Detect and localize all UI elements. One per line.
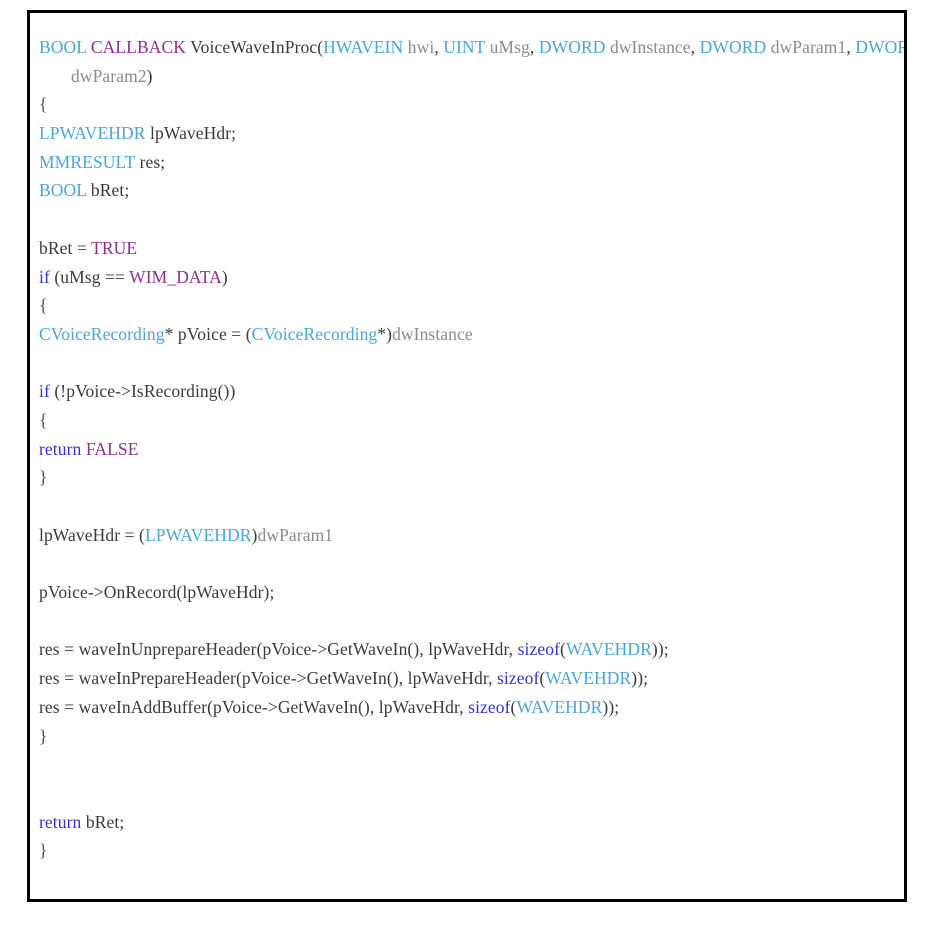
code-token-plain: )); (651, 639, 669, 660)
code-token-plain: res = waveInAddBuffer(pVoice->GetWaveIn(… (39, 696, 469, 717)
code-token-plain: )); (602, 696, 620, 717)
code-token-plain: pVoice->OnRecord(lpWaveHdr); (39, 582, 275, 603)
code-token-type: DWORD (699, 37, 767, 57)
code-token-plain: VoiceWaveInProc( (186, 37, 324, 57)
code-token-type: DWORD (538, 37, 606, 57)
code-token-plain: )); (631, 668, 649, 689)
code-line: return bRet; (39, 808, 900, 837)
code-line: lpWaveHdr = (LPWAVEHDR)dwParam1 (39, 521, 900, 550)
code-line: BOOL CALLBACK VoiceWaveInProc(HWAVEIN hw… (39, 33, 904, 62)
code-listing: BOOL CALLBACK VoiceWaveInProc(HWAVEIN hw… (39, 33, 904, 865)
code-token-plain: * pVoice = ( (164, 323, 252, 344)
code-token-type: CVoiceRecording (251, 323, 378, 344)
code-token-plain: , (529, 37, 539, 57)
code-token-macro: CALLBACK (90, 37, 186, 57)
code-line: } (39, 463, 900, 492)
code-token-kw: if (39, 381, 50, 402)
code-token-param: dwInstance (609, 37, 691, 57)
code-token-plain: lpWaveHdr; (145, 123, 237, 144)
code-line: if (!pVoice->IsRecording()) (39, 377, 900, 406)
code-token-type: WAVEHDR (545, 668, 632, 689)
code-token-param: dwInstance (392, 323, 473, 344)
code-token-plain: res = waveInPrepareHeader(pVoice->GetWav… (39, 668, 498, 689)
code-token-type: LPWAVEHDR (39, 123, 146, 144)
code-line: dwParam2) (39, 62, 900, 91)
code-line: pVoice->OnRecord(lpWaveHdr); (39, 578, 900, 607)
code-token-brace: } (39, 725, 48, 746)
code-token-param: uMsg (489, 37, 530, 57)
code-line: bRet = TRUE (39, 234, 900, 263)
code-token-param: dwParam2 (71, 65, 147, 86)
code-token-type: MMRESULT (39, 151, 136, 172)
code-token-plain: res; (135, 151, 166, 172)
code-token-param: dwParam1 (257, 524, 334, 545)
code-token-param: dwParam1 (770, 37, 847, 57)
code-token-brace: { (39, 295, 48, 316)
code-line: BOOL bRet; (39, 176, 900, 205)
code-line: CVoiceRecording* pVoice = (CVoiceRecordi… (39, 320, 900, 349)
code-line: } (39, 836, 900, 865)
code-token-type: BOOL (39, 180, 87, 201)
code-token-plain: ) (146, 65, 153, 86)
code-token-kw: sizeof (517, 639, 561, 660)
code-token-plain: res = waveInUnprepareHeader(pVoice->GetW… (39, 639, 518, 660)
code-token-type: DWORD (855, 37, 904, 57)
code-token-plain: bRet; (86, 180, 130, 201)
code-line: MMRESULT res; (39, 148, 900, 177)
code-token-plain: bRet; (81, 811, 125, 832)
code-token-type: CVoiceRecording (39, 323, 165, 344)
code-token-kw: return (39, 811, 82, 832)
code-token-plain: bRet = (39, 237, 92, 258)
code-token-kw: sizeof (497, 668, 540, 689)
code-line: if (uMsg == WIM_DATA) (39, 263, 900, 292)
code-line: } (39, 722, 900, 751)
code-token-type: LPWAVEHDR (144, 524, 252, 545)
code-token-kw: sizeof (468, 696, 511, 717)
code-token-plain: , (846, 37, 856, 57)
code-token-macro: TRUE (91, 237, 138, 258)
code-line: res = waveInAddBuffer(pVoice->GetWaveIn(… (39, 693, 900, 722)
code-line: { (39, 90, 900, 119)
code-token-macro: WIM_DATA (129, 266, 222, 287)
code-token-type: UINT (443, 37, 486, 57)
code-token-plain: , (690, 37, 700, 57)
code-token-type: HWAVEIN (323, 37, 404, 57)
code-line: { (39, 291, 900, 320)
code-token-brace: { (39, 94, 48, 115)
code-line: res = waveInUnprepareHeader(pVoice->GetW… (39, 635, 900, 664)
code-token-type: WAVEHDR (516, 696, 603, 717)
code-token-kw: if (39, 266, 50, 287)
code-listing-frame: BOOL CALLBACK VoiceWaveInProc(HWAVEIN hw… (27, 10, 907, 902)
code-line: LPWAVEHDR lpWaveHdr; (39, 119, 900, 148)
code-token-macro: FALSE (85, 438, 139, 459)
code-line: res = waveInPrepareHeader(pVoice->GetWav… (39, 664, 900, 693)
code-line: { (39, 406, 900, 435)
code-token-brace: { (39, 409, 48, 430)
code-token-plain: (!pVoice->IsRecording()) (49, 381, 236, 402)
code-token-type: WAVEHDR (565, 639, 652, 660)
code-token-kw: return (39, 438, 82, 459)
code-token-plain: (uMsg == (49, 266, 130, 287)
code-line: return FALSE (39, 435, 900, 464)
code-token-brace: } (39, 840, 48, 861)
code-token-plain: lpWaveHdr = ( (39, 524, 145, 545)
code-token-param: hwi (407, 37, 435, 57)
code-token-plain: ) (221, 266, 228, 287)
code-token-brace: } (39, 467, 48, 488)
code-token-plain: , (434, 37, 444, 57)
code-token-type: BOOL (39, 37, 87, 57)
code-token-plain: *) (377, 323, 393, 344)
